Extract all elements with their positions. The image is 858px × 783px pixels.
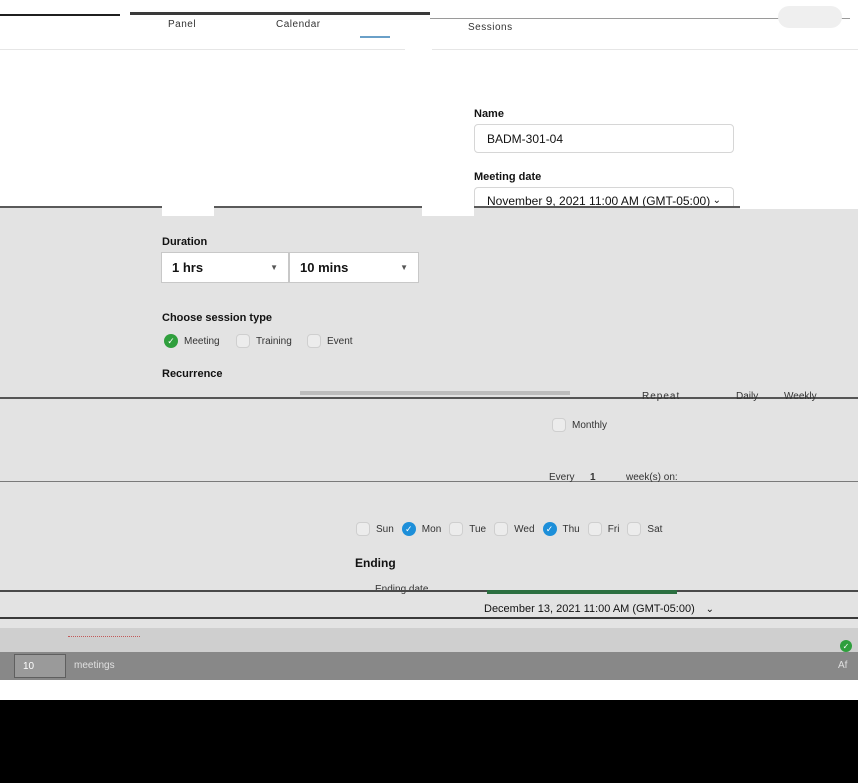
glitch-line	[487, 590, 677, 594]
weekday-mon-label: Mon	[421, 523, 442, 535]
weekday-thu-label: Thu	[562, 523, 580, 535]
header-divider	[0, 49, 405, 50]
header-text-panel: Panel	[168, 19, 197, 30]
after-count-input[interactable]: 10	[14, 654, 66, 678]
repeat-monthly[interactable]: Monthly	[552, 418, 607, 432]
recurrence-label: Recurrence	[162, 368, 223, 380]
header-text-sessions: Sessions	[468, 22, 513, 33]
checkbox-icon	[307, 334, 321, 348]
check-circle-icon: ✓	[164, 334, 178, 348]
session-type-training-label: Training	[256, 335, 292, 347]
duration-label: Duration	[162, 236, 208, 248]
session-type-training[interactable]: Training	[236, 334, 292, 348]
session-type-label: Choose session type	[162, 312, 273, 324]
weekday-tue-label: Tue	[469, 523, 487, 535]
caret-down-icon: ▼	[400, 263, 408, 272]
check-circle-icon: ✓	[401, 522, 416, 536]
after-label: Af	[838, 660, 848, 671]
after-unit-label: meetings	[74, 660, 115, 671]
weekday-sat-label: Sat	[647, 523, 663, 535]
glitch-line	[68, 636, 140, 637]
after-occurrences-row: 10 meetings Af	[0, 652, 858, 680]
header-divider	[130, 12, 430, 15]
checkbox-icon	[236, 334, 250, 348]
duration-hours-select[interactable]: 1 hrs ▼	[161, 252, 289, 283]
weekday-picker: Sun ✓ Mon Tue Wed ✓ Thu Fri Sat	[356, 522, 662, 536]
duration-minutes-value: 10 mins	[300, 260, 349, 275]
repeat-label: Repeat	[642, 391, 681, 402]
name-label: Name	[474, 108, 504, 120]
weekday-wed-label: Wed	[514, 523, 535, 535]
checkbox-icon	[494, 522, 509, 536]
session-type-meeting[interactable]: ✓ Meeting	[164, 334, 220, 348]
weekday-mon[interactable]: ✓ Mon	[401, 522, 442, 536]
glitch-line	[0, 590, 858, 592]
weekday-fri[interactable]: Fri	[587, 522, 620, 536]
every-unit: week(s) on:	[626, 472, 678, 483]
caret-down-icon: ▼	[270, 263, 278, 272]
header-divider	[432, 49, 858, 50]
active-tab-indicator	[360, 36, 390, 38]
header-divider	[0, 14, 120, 16]
chevron-down-icon: ⌄	[705, 603, 714, 615]
top-header: Panel Calendar Sessions	[0, 0, 858, 50]
weekday-wed[interactable]: Wed	[494, 522, 535, 536]
weekday-sat[interactable]: Sat	[627, 522, 662, 536]
name-input[interactable]: BADM-301-04	[474, 124, 734, 153]
session-type-event[interactable]: Event	[307, 334, 353, 348]
weekday-thu[interactable]: ✓ Thu	[542, 522, 580, 536]
duration-minutes-select[interactable]: 10 mins ▼	[289, 252, 419, 283]
blank-region	[0, 700, 858, 783]
weekday-sun[interactable]: Sun	[356, 522, 394, 536]
glitch-line	[0, 617, 858, 619]
name-input-value: BADM-301-04	[487, 131, 564, 146]
repeat-daily[interactable]: Daily	[736, 391, 758, 402]
panel-tab	[422, 206, 474, 216]
glitch-line	[0, 481, 858, 482]
ending-date-value: December 13, 2021 11:00 AM (GMT-05:00)	[484, 603, 695, 615]
checkbox-icon	[627, 522, 642, 536]
chevron-down-icon: ⌄	[712, 195, 721, 206]
glitch-line	[300, 391, 570, 395]
weekday-fri-label: Fri	[607, 523, 620, 535]
glitch-band	[0, 628, 858, 652]
header-action-button[interactable]	[778, 6, 842, 28]
checkbox-icon	[356, 522, 370, 536]
checkbox-icon	[449, 522, 464, 536]
weekday-sun-label: Sun	[376, 523, 394, 535]
session-type-meeting-label: Meeting	[184, 335, 220, 347]
meeting-date-label: Meeting date	[474, 171, 542, 183]
ending-label: Ending	[355, 556, 396, 570]
duration-hours-value: 1 hrs	[172, 260, 204, 275]
every-value[interactable]: 1	[590, 472, 596, 483]
check-circle-icon: ✓	[542, 522, 557, 536]
every-label: Every	[549, 472, 575, 483]
radio-icon	[552, 418, 566, 432]
checkbox-icon	[587, 522, 602, 536]
panel-tab	[162, 206, 214, 216]
weekday-tue[interactable]: Tue	[449, 522, 486, 536]
session-type-event-label: Event	[327, 335, 353, 347]
repeat-monthly-label: Monthly	[572, 419, 608, 431]
check-circle-icon: ✓	[840, 640, 852, 652]
glitch-line	[0, 397, 858, 399]
recurrence-panel	[0, 206, 858, 628]
after-count-value: 10	[23, 660, 35, 672]
header-text-calendar: Calendar	[276, 19, 321, 30]
repeat-weekly[interactable]: Weekly	[784, 391, 817, 402]
panel-tab	[740, 206, 858, 209]
